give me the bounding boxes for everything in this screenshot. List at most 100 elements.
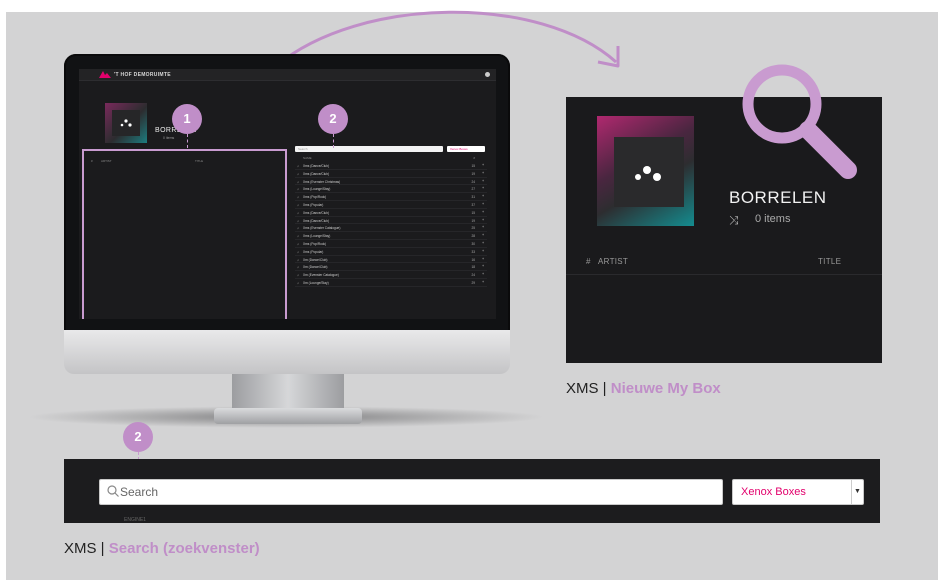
search-input[interactable]: Search <box>295 146 443 152</box>
music-note-icon: ♫ <box>297 265 300 270</box>
monitor-chin <box>64 330 510 374</box>
plus-icon[interactable]: + <box>482 202 484 206</box>
list-item-name: Xms (Popular) <box>303 202 324 207</box>
caption-my-box-prefix: XMS | <box>566 380 607 397</box>
my-box-highlight <box>82 149 287 319</box>
music-note-icon: ♫ <box>297 164 300 168</box>
col-name: NAME <box>303 156 312 160</box>
boxes-list: ♫ Xms (Dance/Club) 15 + ♫ Xms (Dance/Club) 19 +… <box>295 162 487 287</box>
list-item-name: Xms (Lounge/Stay) <box>303 187 331 192</box>
list-item-name: Xm (Dance/Club) <box>303 265 328 270</box>
search-placeholder: Search <box>298 147 308 151</box>
list-item-name: Xm (Dance/Club) <box>303 257 328 262</box>
search-icon <box>107 485 119 497</box>
list-item[interactable]: ♫ Xms (Popular) 33 + <box>295 248 487 256</box>
zoom-col-artist: ARTIST <box>598 257 629 266</box>
caption-search-highlight: Search (zoekvenster) <box>108 540 260 557</box>
boxes-select[interactable]: Xenox Boxes <box>447 146 485 152</box>
list-item-count: 24 <box>471 273 475 278</box>
plus-icon[interactable]: + <box>482 210 484 214</box>
plus-icon[interactable]: + <box>482 218 484 222</box>
zoom-col-title: TITLE <box>818 257 842 266</box>
search-field[interactable] <box>99 479 723 505</box>
list-item-count: 30 <box>471 241 475 246</box>
list-item[interactable]: ♫ Xms (Pop/Rock) 30 + <box>295 240 487 248</box>
music-note-icon: ♫ <box>297 202 300 207</box>
chevron-down-icon[interactable]: ▼ <box>851 480 863 504</box>
list-item[interactable]: ♫ Xms (Evenster Catalogue) 25 + <box>295 224 487 233</box>
music-note-icon: ♫ <box>297 273 300 278</box>
list-item[interactable]: ♫ Xm (Dance/Club) 16 + <box>295 256 487 264</box>
list-item[interactable]: ♫ Xms (Pop/Rock) 31 + <box>295 193 487 201</box>
col-hash: # <box>473 156 475 160</box>
plus-icon[interactable]: + <box>482 241 484 245</box>
badge-2-connector <box>333 134 334 148</box>
step-badge-1: 1 <box>172 104 202 134</box>
user-icon[interactable] <box>485 72 490 77</box>
list-item-name: Xms (Evenster Christmas) <box>303 179 341 184</box>
list-item-name: Xms (Dance/Club) <box>303 164 330 168</box>
zoom-box-title: BORRELEN <box>729 188 827 207</box>
monitor-screen: 'T HOF DEMORUIMTE BORRELEN 0 items # ART… <box>79 69 496 319</box>
list-item[interactable]: ♫ Xms (Dance/Club) 15 + <box>295 162 487 170</box>
box-logo-icon <box>120 119 132 127</box>
list-item-count: 15 <box>471 164 475 168</box>
plus-icon[interactable]: + <box>482 163 484 167</box>
list-item-count: 37 <box>471 202 475 207</box>
boxes-table-header: NAME # <box>295 155 487 161</box>
list-item-name: Xms (Lounge/Stay) <box>303 234 331 239</box>
app-topbar: 'T HOF DEMORUIMTE <box>79 69 496 81</box>
plus-icon[interactable]: + <box>482 171 484 175</box>
list-item-count: 15 <box>471 210 475 215</box>
plus-icon[interactable]: + <box>482 264 484 268</box>
list-item[interactable]: ♫ Xms (Lounge/Stay) 28 + <box>295 232 487 240</box>
plus-icon[interactable]: + <box>482 233 484 237</box>
list-item-name: Xm (Lounge/Stay) <box>303 280 329 285</box>
list-item[interactable]: ♫ Xms (Dance/Club) 19 + <box>295 170 487 178</box>
plus-icon[interactable]: + <box>482 194 484 198</box>
list-item[interactable]: ♫ Xm (Dance/Club) 18 + <box>295 263 487 272</box>
zoom-box-count: 0 items <box>755 213 791 225</box>
box-cover <box>105 103 147 143</box>
music-note-icon: ♫ <box>297 171 300 176</box>
shuffle-icon[interactable]: ⤨ <box>729 213 739 228</box>
monitor-neck <box>232 374 344 412</box>
list-item[interactable]: ♫ Xms (Dance/Club) 19 + <box>295 217 487 225</box>
music-note-icon: ♫ <box>297 179 300 184</box>
caption-search: XMS | Search (zoekvenster) <box>64 540 260 557</box>
step-badge-2-bottom: 2 <box>123 422 153 452</box>
list-item[interactable]: ♫ Xm (Evenster Catalogue) 24 + <box>295 271 487 279</box>
list-item-name: Xms (Pop/Rock) <box>303 195 327 200</box>
list-item-count: 18 <box>471 265 475 270</box>
plus-icon[interactable]: + <box>482 280 484 284</box>
plus-icon[interactable]: + <box>482 249 484 253</box>
caption-search-prefix: XMS | <box>64 540 105 557</box>
list-item-count: 19 <box>471 171 475 176</box>
boxes-dropdown[interactable]: Xenox Boxes ▼ <box>732 479 864 505</box>
list-item-name: Xms (Dance/Club) <box>303 171 330 176</box>
list-item[interactable]: ♫ Xms (Lounge/Stay) 27 + <box>295 185 487 194</box>
step-badge-2: 2 <box>318 104 348 134</box>
zoom-box-logo-icon <box>635 166 661 181</box>
plus-icon[interactable]: + <box>482 272 484 276</box>
list-item[interactable]: ♫ Xms (Popular) 37 + <box>295 201 487 209</box>
list-item-count: 27 <box>471 187 475 192</box>
magnifier-illustration-icon <box>742 64 857 179</box>
plus-icon[interactable]: + <box>482 186 484 190</box>
plus-icon[interactable]: + <box>482 179 484 183</box>
list-item-name: Xms (Pop/Rock) <box>303 241 327 246</box>
box-count: 0 items <box>163 136 175 140</box>
list-item[interactable]: ♫ Xms (Evenster Christmas) 24 + <box>295 178 487 186</box>
plus-icon[interactable]: + <box>482 225 484 229</box>
search-input[interactable] <box>120 482 710 502</box>
monitor-foot <box>214 408 362 424</box>
zoom-table-header: # ARTIST TITLE <box>566 247 882 275</box>
list-item[interactable]: ♫ Xm (Lounge/Stay) 29 + <box>295 279 487 287</box>
plus-icon[interactable]: + <box>482 257 484 261</box>
list-item-count: 24 <box>471 179 475 184</box>
music-note-icon: ♫ <box>297 234 300 239</box>
strip-peek-text: ENGINE1 <box>124 517 146 523</box>
boxes-dropdown-value: Xenox Boxes <box>741 486 806 498</box>
list-item[interactable]: ♫ Xms (Dance/Club) 15 + <box>295 209 487 217</box>
list-item-name: Xms (Dance/Club) <box>303 210 330 215</box>
